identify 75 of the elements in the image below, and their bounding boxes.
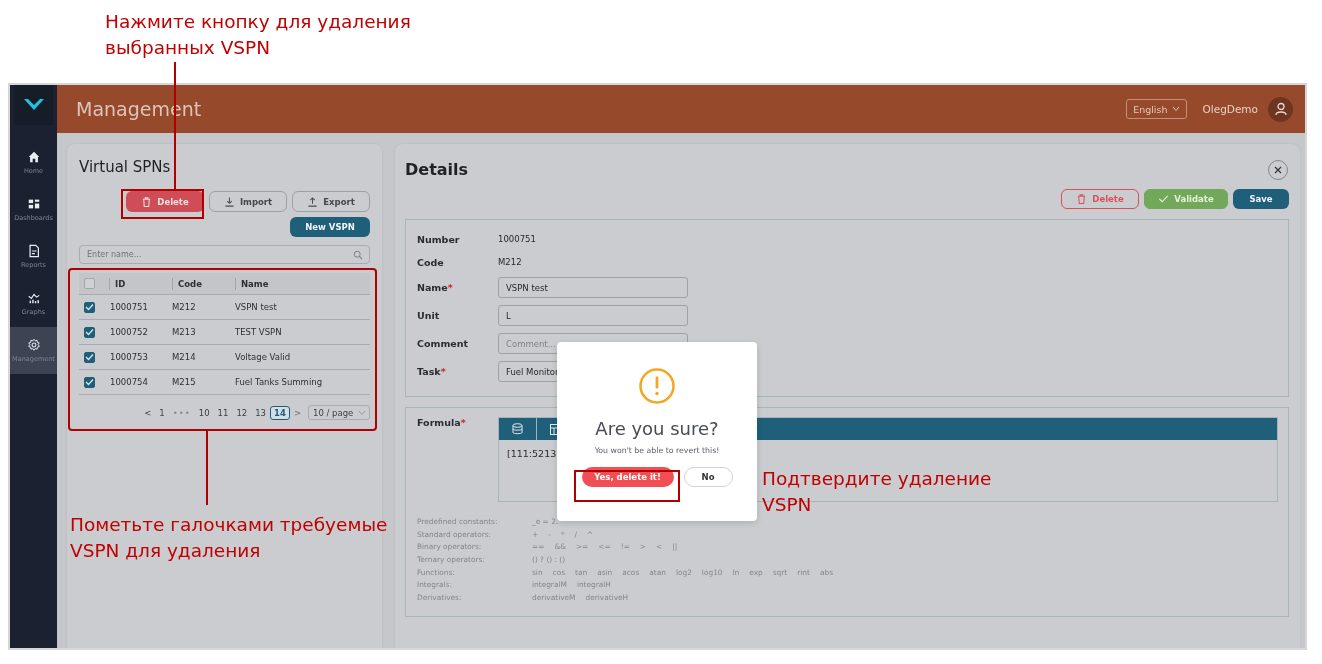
action-button[interactable]: Export — [292, 191, 370, 212]
page-button[interactable]: 13 — [251, 405, 271, 420]
table-cell: M214 — [172, 352, 196, 362]
table-cell: M212 — [172, 302, 196, 312]
save-button[interactable]: Save — [1233, 189, 1289, 209]
table-cell: M213 — [172, 327, 196, 337]
home-icon — [26, 150, 41, 164]
user-icon[interactable] — [1268, 96, 1293, 122]
table-cell: 1000751 — [109, 302, 148, 312]
trash-icon — [141, 195, 153, 208]
panel-title: Details — [405, 160, 469, 179]
checkbox[interactable] — [84, 326, 95, 338]
trash-icon — [1076, 193, 1088, 205]
field-label: Name* — [417, 282, 454, 293]
table-cell: TEST VSPN — [235, 327, 282, 337]
chart-icon — [26, 291, 41, 305]
table-cell: 1000752 — [109, 327, 148, 337]
annotation-text: Пометьте галочками требуемые VSPN для удаления — [70, 513, 388, 563]
grid-icon — [26, 197, 41, 211]
search-icon — [353, 250, 363, 260]
user-name: OlegDemo — [1202, 103, 1258, 115]
table-cell: Voltage Valid — [235, 352, 291, 362]
chevron-down-icon — [1172, 106, 1181, 112]
annotation-text: Нажмите кнопку для удаления выбранных VSPN — [105, 10, 411, 60]
settings-icon — [26, 338, 41, 352]
document-icon — [26, 244, 41, 258]
field-value: M212 — [498, 257, 522, 267]
dialog-title: Are you sure? — [595, 418, 719, 439]
table-cell: VSPN test — [235, 302, 277, 312]
checkbox[interactable] — [84, 376, 95, 388]
table-cell: 1000754 — [109, 377, 148, 387]
check-icon — [1158, 193, 1170, 205]
warning-icon — [639, 368, 675, 404]
language-select[interactable]: English — [1126, 99, 1188, 119]
table-cell: M215 — [172, 377, 196, 387]
confirm-button[interactable]: Yes, delete it! — [581, 467, 674, 487]
checkbox[interactable] — [84, 301, 95, 313]
download-icon — [223, 195, 235, 208]
column-header: Name — [241, 278, 269, 289]
chevron-down-icon — [358, 409, 365, 416]
field-label: Number — [417, 233, 461, 245]
input-field[interactable]: VSPN test — [498, 277, 688, 298]
close-icon — [1274, 165, 1282, 174]
ellipsis: ••• — [171, 407, 192, 418]
checkbox[interactable] — [84, 351, 95, 363]
panel-title: Virtual SPNs — [79, 158, 172, 176]
page-size-select[interactable]: 10 / page — [308, 405, 370, 420]
next-page-button[interactable]: > — [289, 407, 305, 418]
field-label: Comment — [417, 338, 470, 349]
page-title: Management — [76, 98, 202, 120]
input-field[interactable]: L — [498, 305, 688, 326]
search-field[interactable]: Enter name... — [79, 245, 370, 264]
upload-icon — [307, 195, 319, 208]
table-cell: Fuel Tanks Summing — [235, 377, 323, 387]
action-button[interactable]: Import — [209, 191, 287, 212]
cancel-button[interactable]: No — [683, 467, 733, 487]
previous-page-button[interactable]: < — [140, 407, 156, 418]
new-button[interactable]: New VSPN — [290, 217, 370, 237]
page-button[interactable]: 1 — [155, 405, 169, 420]
page-button[interactable]: 14 — [270, 405, 290, 420]
column-header: Code — [178, 278, 202, 289]
table-cell: 1000753 — [109, 352, 148, 362]
page-button[interactable]: 10 — [194, 405, 214, 420]
column-header: ID — [115, 278, 126, 289]
annotation-text: Подтвердите удаление VSPN — [762, 467, 992, 517]
checkbox[interactable] — [84, 278, 95, 289]
field-label: Unit — [417, 310, 441, 321]
field-value: 1000751 — [498, 234, 536, 244]
delete-button[interactable]: Delete — [126, 191, 204, 212]
page-button[interactable]: 11 — [213, 405, 233, 420]
field-label: Code — [417, 256, 445, 268]
formula-text[interactable]: [111:5213 — [507, 448, 557, 459]
field-label: Formula* — [417, 417, 467, 428]
field-label: Task* — [417, 366, 447, 377]
page-button[interactable]: 12 — [232, 405, 252, 420]
